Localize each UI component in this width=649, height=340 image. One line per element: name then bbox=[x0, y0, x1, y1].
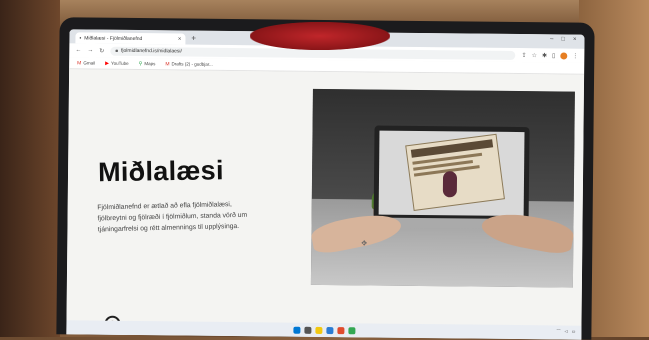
youtube-icon: ▶ bbox=[105, 60, 110, 67]
tab-close-icon[interactable]: × bbox=[178, 36, 182, 42]
new-tab-button[interactable]: + bbox=[191, 33, 196, 45]
app-icon[interactable] bbox=[325, 326, 333, 334]
newspaper-icon bbox=[405, 133, 505, 212]
menu-icon[interactable]: ⋮ bbox=[572, 52, 578, 59]
profile-avatar[interactable] bbox=[560, 51, 568, 60]
bookmark-drafts[interactable]: M Drafts (2) - gudbjar... bbox=[165, 61, 212, 67]
url-text: fjolmidlanefnd.is/midlalaesi/ bbox=[120, 47, 182, 55]
battery-icon[interactable]: ▭ bbox=[572, 329, 576, 335]
gmail-icon: M bbox=[77, 59, 82, 66]
sidepanel-icon[interactable]: ▯ bbox=[552, 52, 555, 59]
bookmark-label: Maps bbox=[144, 61, 156, 67]
minimize-button[interactable]: – bbox=[550, 36, 553, 42]
page-description: Fjölmiðlanefnd er ætlað að efla fjölmiðl… bbox=[97, 201, 248, 234]
star-icon[interactable]: ☆ bbox=[532, 52, 537, 59]
chrome-icon[interactable] bbox=[347, 326, 355, 334]
hero-laptop bbox=[373, 125, 530, 222]
bookmark-label: YouTube bbox=[110, 60, 129, 66]
bookmark-label: Drafts (2) - gudbjar... bbox=[171, 61, 213, 67]
laptop-screen: ▪ Miðlalæsi - Fjölmiðlanefnd × + – □ × ←… bbox=[66, 29, 585, 340]
bookmark-gmail[interactable]: M Gmail bbox=[77, 60, 95, 66]
tab-favicon-icon: ▪ bbox=[79, 34, 82, 41]
gmail-icon: M bbox=[165, 60, 170, 67]
address-bar-icons: ⇪ ☆ ✱ ▯ ⋮ bbox=[522, 51, 579, 60]
share-icon[interactable]: ⇪ bbox=[522, 52, 527, 59]
system-tray: ⌒ ◁ ▭ bbox=[557, 328, 576, 334]
microphone-icon bbox=[442, 171, 458, 198]
tab-title: Miðlalæsi - Fjölmiðlanefnd bbox=[84, 34, 143, 42]
window-controls: – □ × bbox=[550, 36, 577, 42]
close-window-button[interactable]: × bbox=[573, 37, 577, 43]
page-title: Miðlalæsi bbox=[97, 155, 225, 188]
mouse-cursor-icon: ✥ bbox=[361, 240, 368, 248]
start-icon[interactable] bbox=[292, 326, 300, 334]
bookmark-youtube[interactable]: ▶ YouTube bbox=[105, 60, 129, 66]
photo-scene: ▪ Miðlalæsi - Fjölmiðlanefnd × + – □ × ←… bbox=[0, 0, 649, 340]
red-cloth bbox=[250, 22, 390, 50]
app-icon[interactable] bbox=[336, 326, 344, 334]
maps-icon: ⚲ bbox=[138, 60, 143, 67]
reload-icon[interactable]: ↻ bbox=[99, 47, 104, 54]
forward-arrow-icon[interactable]: → bbox=[87, 47, 93, 53]
maximize-button[interactable]: □ bbox=[561, 36, 565, 42]
back-arrow-icon[interactable]: ← bbox=[75, 47, 81, 53]
volume-icon[interactable]: ◁ bbox=[565, 329, 568, 335]
extensions-icon[interactable]: ✱ bbox=[542, 52, 547, 59]
lock-icon: 🔒︎ bbox=[115, 47, 119, 54]
wifi-icon[interactable]: ⌒ bbox=[557, 328, 561, 334]
hero-laptop-screen bbox=[378, 130, 525, 217]
laptop-bezel: ▪ Miðlalæsi - Fjölmiðlanefnd × + – □ × ←… bbox=[56, 17, 595, 340]
browser-tab[interactable]: ▪ Miðlalæsi - Fjölmiðlanefnd × bbox=[75, 32, 186, 45]
bookmark-label: Gmail bbox=[83, 60, 96, 66]
folder-icon[interactable] bbox=[314, 326, 322, 334]
hero-image bbox=[310, 88, 575, 288]
bookmark-maps[interactable]: ⚲ Maps bbox=[139, 61, 156, 67]
search-icon[interactable] bbox=[303, 326, 311, 334]
wooden-surface-left bbox=[0, 0, 60, 337]
